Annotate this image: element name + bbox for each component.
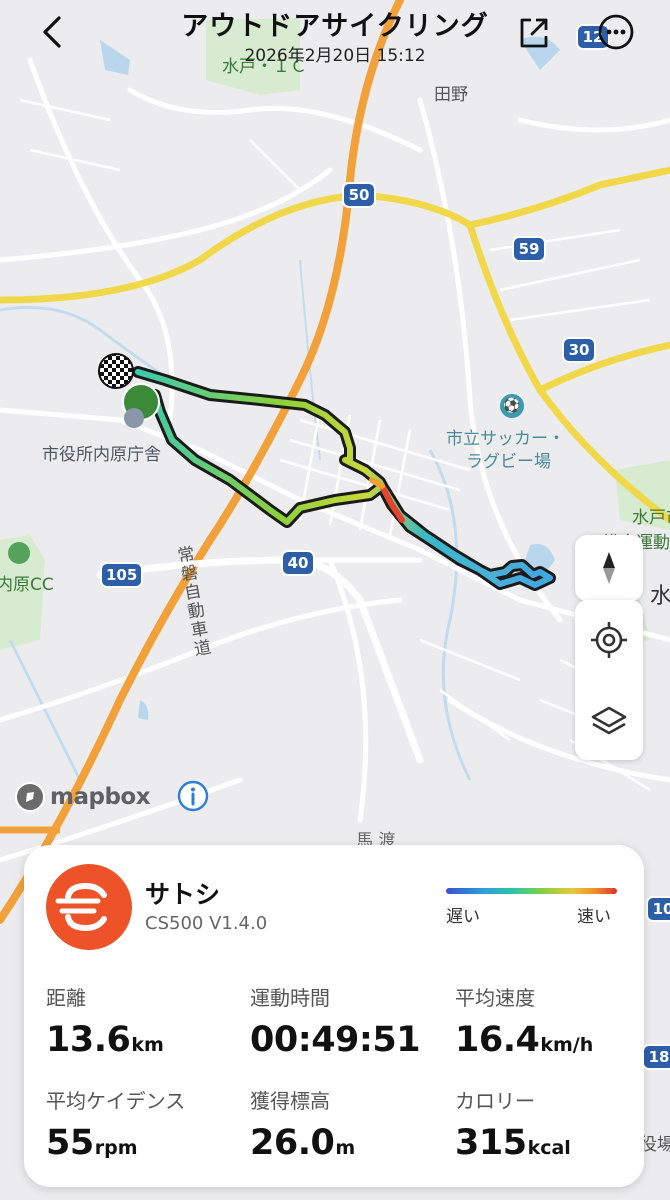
map-label-city-hall: 市役所内原庁舎 bbox=[42, 445, 161, 465]
stat-unit: km/h bbox=[540, 1034, 594, 1056]
mapbox-logo[interactable]: mapbox bbox=[14, 780, 151, 814]
stat-label: 平均ケイデンス bbox=[46, 1089, 186, 1113]
locate-button[interactable] bbox=[575, 602, 643, 678]
attribution-info-button[interactable] bbox=[176, 779, 210, 813]
stat-label: 平均速度 bbox=[455, 986, 535, 1010]
legend-fast-label: 速い bbox=[577, 907, 611, 927]
share-icon bbox=[520, 18, 548, 48]
stat-value: 13.6 bbox=[46, 1020, 131, 1060]
stat-unit: rpm bbox=[94, 1137, 138, 1159]
stat-unit: m bbox=[335, 1137, 356, 1159]
route-shield: 18 bbox=[642, 1044, 670, 1070]
more-icon bbox=[598, 14, 634, 50]
stat-duration: 運動時間 00:49:51 bbox=[250, 982, 440, 1058]
map-label-golf: 内原CC bbox=[0, 575, 54, 595]
activity-summary-card: サトシ CS500 V1.4.0 遅い 速い 距離 13.6km 運動時間 00… bbox=[24, 845, 644, 1187]
route-shield: 10 bbox=[646, 896, 670, 922]
route-shield: 59 bbox=[512, 236, 546, 262]
stat-avg-speed: 平均速度 16.4km/h bbox=[455, 982, 645, 1058]
compass-icon bbox=[603, 552, 615, 584]
activity-datetime: 2026年2月20日 15:12 bbox=[244, 46, 426, 66]
legend-slow-label: 遅い bbox=[446, 907, 480, 927]
map-label-mito-city: 水戸市 bbox=[632, 508, 670, 528]
stat-value: 26.0 bbox=[250, 1123, 335, 1163]
sports-icon: ⚽ bbox=[500, 394, 524, 418]
stat-calories: カロリー 315kcal bbox=[455, 1085, 645, 1161]
map-label-mito-side: 水 bbox=[650, 584, 670, 609]
government-icon bbox=[124, 408, 144, 428]
avatar[interactable] bbox=[46, 864, 132, 950]
stat-distance: 距離 13.6km bbox=[46, 982, 236, 1058]
route-shield: 30 bbox=[562, 337, 596, 363]
compass-button[interactable] bbox=[575, 530, 643, 606]
route-shield: 105 bbox=[100, 562, 144, 588]
stat-label: 運動時間 bbox=[250, 986, 330, 1010]
mapbox-icon bbox=[15, 782, 45, 812]
map-label-top: 田野 bbox=[434, 85, 468, 105]
stat-value: 16.4 bbox=[455, 1020, 540, 1060]
map-controls bbox=[575, 600, 643, 760]
stat-value: 00:49:51 bbox=[250, 1020, 421, 1060]
info-icon bbox=[177, 780, 209, 812]
brand-logo-icon bbox=[55, 882, 107, 932]
stat-value: 55 bbox=[46, 1123, 94, 1163]
layers-button[interactable] bbox=[575, 684, 643, 760]
map-label-soccer-2: ラグビー場 bbox=[466, 452, 551, 472]
mapbox-text: mapbox bbox=[50, 784, 151, 810]
golf-icon bbox=[8, 542, 30, 564]
layers-icon bbox=[591, 706, 627, 735]
route-shield: 50 bbox=[342, 182, 376, 208]
stat-value: 315 bbox=[455, 1123, 527, 1163]
share-button[interactable] bbox=[514, 12, 554, 52]
user-name: サトシ bbox=[145, 880, 221, 909]
stat-unit: kcal bbox=[527, 1137, 571, 1159]
page-title: アウトドアサイクリング bbox=[181, 11, 489, 42]
stat-label: 獲得標高 bbox=[250, 1089, 330, 1113]
stat-elevation-gain: 獲得標高 26.0m bbox=[250, 1085, 440, 1161]
more-button[interactable] bbox=[594, 10, 638, 54]
stat-avg-cadence: 平均ケイデンス 55rpm bbox=[46, 1085, 236, 1161]
stat-label: カロリー bbox=[455, 1089, 535, 1113]
header: アウトドアサイクリング 2026年2月20日 15:12 bbox=[0, 0, 670, 72]
stat-label: 距離 bbox=[46, 986, 86, 1010]
map-label-soccer-1: 市立サッカー・ bbox=[446, 429, 565, 449]
locate-icon bbox=[591, 622, 627, 658]
speed-legend-bar bbox=[446, 888, 617, 894]
compass-control bbox=[575, 535, 643, 601]
device-info: CS500 V1.4.0 bbox=[145, 913, 268, 934]
stat-unit: km bbox=[131, 1034, 164, 1056]
route-shield: 40 bbox=[281, 550, 315, 576]
